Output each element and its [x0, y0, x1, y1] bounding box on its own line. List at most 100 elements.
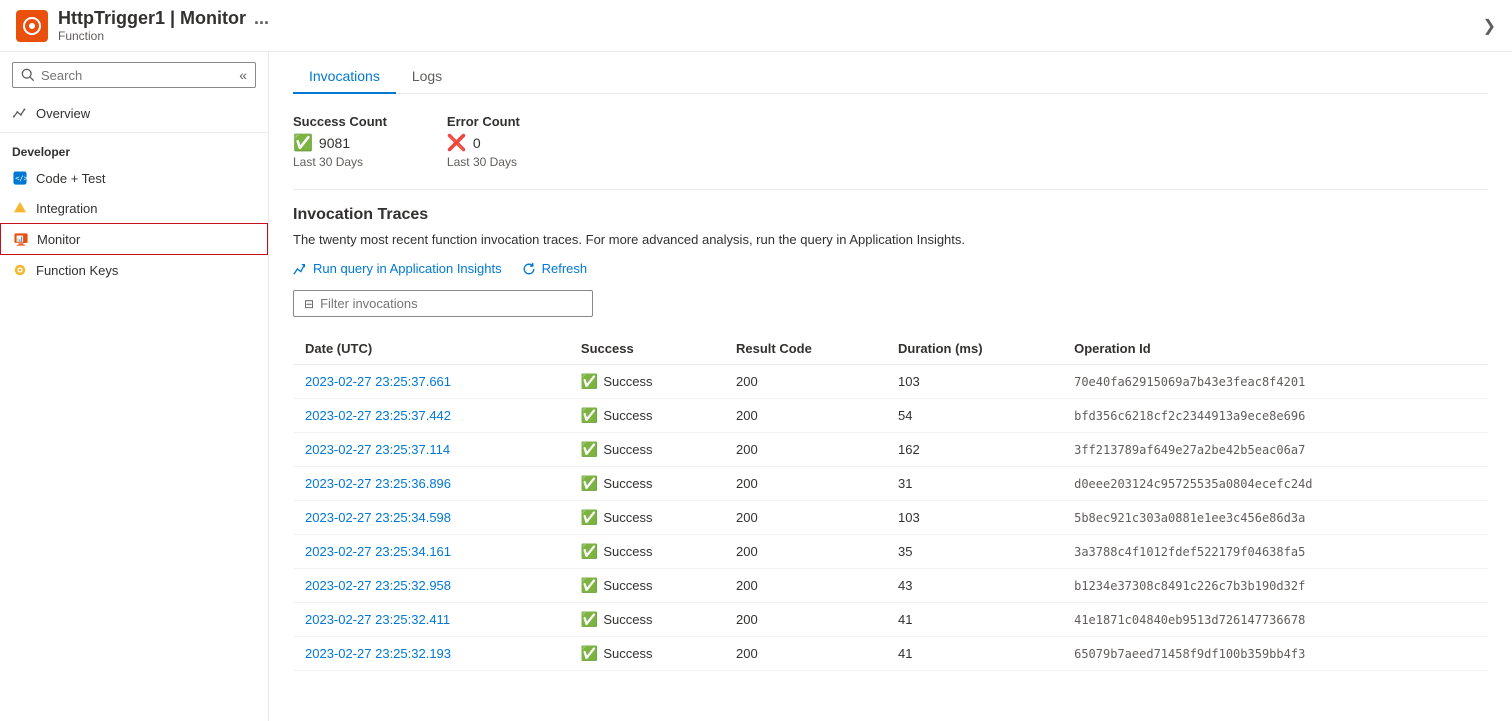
header-title: HttpTrigger1 | Monitor ... Function — [58, 8, 269, 43]
table-row: 2023-02-27 23:25:32.958 ✅ Success 200 43… — [293, 569, 1488, 603]
table-cell-success: ✅ Success — [569, 501, 724, 535]
col-operation-id: Operation Id — [1062, 333, 1488, 365]
table-cell-operation-id: 3a3788c4f1012fdef522179f04638fa5 — [1062, 535, 1488, 569]
function-keys-icon — [12, 262, 28, 278]
success-text: Success — [603, 612, 652, 627]
ellipsis-menu[interactable]: ... — [254, 8, 269, 29]
date-link[interactable]: 2023-02-27 23:25:34.161 — [305, 544, 451, 559]
invocation-traces-title: Invocation Traces — [293, 206, 1488, 224]
chevron-right-icon[interactable]: ❯ — [1483, 16, 1496, 36]
date-link[interactable]: 2023-02-27 23:25:37.661 — [305, 374, 451, 389]
success-text: Success — [603, 544, 652, 559]
sidebar-item-overview[interactable]: Overview — [0, 98, 268, 128]
table-cell-success: ✅ Success — [569, 569, 724, 603]
success-check-icon: ✅ — [581, 611, 598, 628]
success-check-icon: ✅ — [581, 543, 598, 560]
table-cell-success: ✅ Success — [569, 467, 724, 501]
sidebar-item-code-test[interactable]: </> Code + Test — [0, 163, 268, 193]
search-icon — [21, 68, 35, 82]
app-icon-dot — [29, 23, 35, 29]
tabs-bar: Invocations Logs — [293, 52, 1488, 94]
refresh-icon — [522, 262, 536, 276]
date-link[interactable]: 2023-02-27 23:25:37.442 — [305, 408, 451, 423]
table-cell-date: 2023-02-27 23:25:37.442 — [293, 399, 569, 433]
date-link[interactable]: 2023-02-27 23:25:32.411 — [305, 612, 450, 627]
table-cell-operation-id: 41e1871c04840eb9513d726147736678 — [1062, 603, 1488, 637]
success-check-icon: ✅ — [581, 373, 598, 390]
app-icon-inner — [23, 17, 41, 35]
success-check-icon: ✅ — [581, 577, 598, 594]
table-cell-date: 2023-02-27 23:25:34.161 — [293, 535, 569, 569]
main-layout: « Overview Developer </> — [0, 52, 1512, 721]
date-link[interactable]: 2023-02-27 23:25:32.958 — [305, 578, 451, 593]
sidebar-item-monitor[interactable]: 📊 Monitor — [0, 223, 268, 255]
table-cell-operation-id: 65079b7aeed71458f9df100b359bb4f3 — [1062, 637, 1488, 671]
table-cell-result-code: 200 — [724, 535, 886, 569]
table-cell-date: 2023-02-27 23:25:36.896 — [293, 467, 569, 501]
invocations-table: Date (UTC) Success Result Code Duration … — [293, 333, 1488, 671]
sidebar-item-function-keys[interactable]: Function Keys — [0, 255, 268, 285]
table-cell-duration: 103 — [886, 365, 1062, 399]
date-link[interactable]: 2023-02-27 23:25:37.114 — [305, 442, 450, 457]
table-cell-success: ✅ Success — [569, 535, 724, 569]
tab-invocations[interactable]: Invocations — [293, 60, 396, 94]
search-box[interactable]: « — [12, 62, 256, 88]
table-cell-success: ✅ Success — [569, 433, 724, 467]
table-cell-operation-id: bfd356c6218cf2c2344913a9ece8e696 — [1062, 399, 1488, 433]
table-cell-operation-id: b1234e37308c8491c226c7b3b190d32f — [1062, 569, 1488, 603]
table-cell-date: 2023-02-27 23:25:37.661 — [293, 365, 569, 399]
table-cell-duration: 43 — [886, 569, 1062, 603]
date-link[interactable]: 2023-02-27 23:25:34.598 — [305, 510, 451, 525]
tab-logs[interactable]: Logs — [396, 60, 458, 94]
table-row: 2023-02-27 23:25:34.598 ✅ Success 200 10… — [293, 501, 1488, 535]
table-header-row: Date (UTC) Success Result Code Duration … — [293, 333, 1488, 365]
sidebar-item-integration[interactable]: Integration — [0, 193, 268, 223]
app-icon — [16, 10, 48, 42]
page-title: HttpTrigger1 | Monitor — [58, 8, 246, 29]
success-text: Success — [603, 578, 652, 593]
search-input[interactable] — [41, 68, 233, 83]
filter-invocations-input[interactable] — [320, 296, 582, 311]
overview-icon — [12, 105, 28, 121]
table-cell-result-code: 200 — [724, 467, 886, 501]
table-cell-result-code: 200 — [724, 603, 886, 637]
table-cell-success: ✅ Success — [569, 603, 724, 637]
date-link[interactable]: 2023-02-27 23:25:36.896 — [305, 476, 451, 491]
sidebar-item-code-test-label: Code + Test — [36, 171, 106, 186]
success-check-icon: ✅ — [293, 133, 313, 153]
success-text: Success — [603, 408, 652, 423]
sidebar-item-integration-label: Integration — [36, 201, 97, 216]
header-right: ❯ — [1483, 16, 1496, 36]
table-row: 2023-02-27 23:25:32.411 ✅ Success 200 41… — [293, 603, 1488, 637]
table-cell-result-code: 200 — [724, 501, 886, 535]
filter-icon: ⊟ — [304, 297, 314, 311]
table-cell-success: ✅ Success — [569, 399, 724, 433]
sidebar-item-overview-label: Overview — [36, 106, 90, 121]
error-count-value: ❌ 0 — [447, 133, 520, 153]
collapse-sidebar-button[interactable]: « — [239, 67, 247, 83]
date-link[interactable]: 2023-02-27 23:25:32.193 — [305, 646, 451, 661]
code-test-icon: </> — [12, 170, 28, 186]
success-text: Success — [603, 646, 652, 661]
table-cell-date: 2023-02-27 23:25:37.114 — [293, 433, 569, 467]
filter-input-wrap[interactable]: ⊟ — [293, 290, 593, 317]
table-cell-operation-id: 5b8ec921c303a0881e1ee3c456e86d3a — [1062, 501, 1488, 535]
table-cell-date: 2023-02-27 23:25:34.598 — [293, 501, 569, 535]
refresh-link[interactable]: Refresh — [522, 261, 588, 276]
table-cell-result-code: 200 — [724, 399, 886, 433]
header-subtitle: Function — [58, 29, 269, 43]
table-row: 2023-02-27 23:25:36.896 ✅ Success 200 31… — [293, 467, 1488, 501]
svg-text:📊: 📊 — [16, 235, 24, 243]
success-count-label: Success Count — [293, 114, 387, 129]
action-bar: Run query in Application Insights Refres… — [293, 261, 1488, 276]
success-text: Success — [603, 442, 652, 457]
table-cell-date: 2023-02-27 23:25:32.411 — [293, 603, 569, 637]
table-cell-duration: 31 — [886, 467, 1062, 501]
invocation-traces-desc: The twenty most recent function invocati… — [293, 232, 1488, 247]
sidebar-item-monitor-label: Monitor — [37, 232, 80, 247]
header-main-title: HttpTrigger1 | Monitor ... — [58, 8, 269, 29]
success-text: Success — [603, 374, 652, 389]
table-cell-duration: 35 — [886, 535, 1062, 569]
run-query-link[interactable]: Run query in Application Insights — [293, 261, 502, 276]
table-cell-operation-id: 70e40fa62915069a7b43e3feac8f4201 — [1062, 365, 1488, 399]
